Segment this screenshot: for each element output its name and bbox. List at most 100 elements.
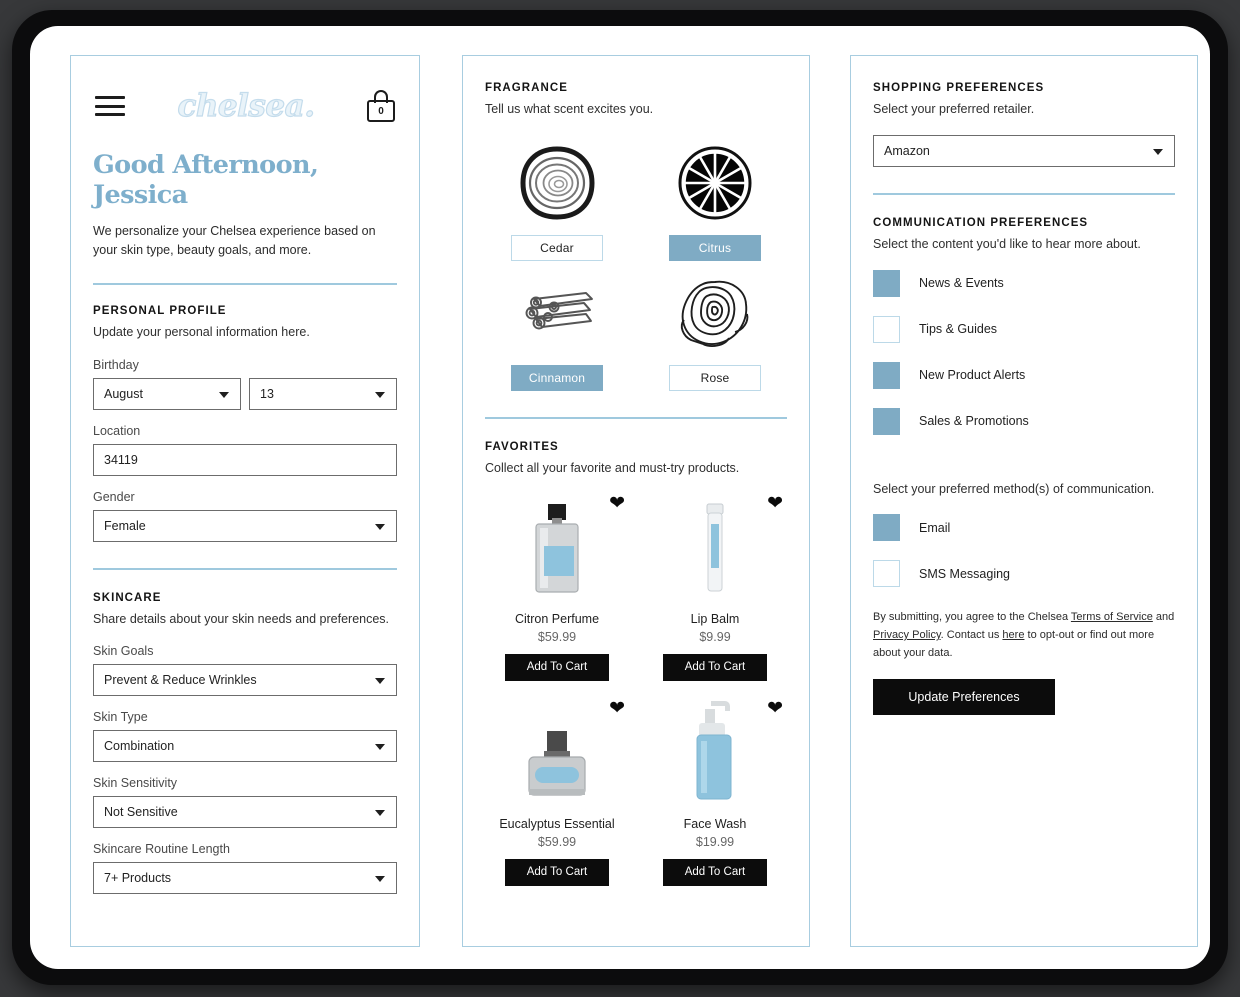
legal-part-3: . Contact us <box>940 629 1003 642</box>
checkbox[interactable] <box>873 514 900 542</box>
shopping-preferences-title: SHOPPING PREFERENCES <box>873 82 1045 94</box>
birthday-day-select[interactable]: 13 <box>249 377 397 410</box>
fragrance-chip[interactable]: Cedar <box>511 234 603 261</box>
location-input[interactable]: 34119 <box>93 443 397 476</box>
essential-oil-jar-image <box>485 699 629 807</box>
gender-value: Female <box>104 518 146 533</box>
routine-length-select[interactable]: 7+ Products <box>93 862 397 895</box>
checkbox[interactable] <box>873 407 900 435</box>
app-header: chelsea. 0 <box>93 82 397 125</box>
fragrance-option-citrus[interactable]: Citrus <box>643 135 787 261</box>
location-label: Location <box>93 423 141 438</box>
legal-text: By submitting, you agree to the Chelsea … <box>873 609 1175 662</box>
fragrance-chip[interactable]: Citrus <box>669 234 761 261</box>
communication-preferences-subtitle: Select the content you'd like to hear mo… <box>873 236 1141 251</box>
personal-profile-subtitle: Update your personal information here. <box>93 324 310 339</box>
product-price: $9.99 <box>699 629 731 644</box>
retailer-value: Amazon <box>884 143 930 158</box>
divider <box>873 192 1175 195</box>
checkbox[interactable] <box>873 315 900 343</box>
divider <box>93 282 397 285</box>
product-card: ❤ Face Wash $19.99 Add To Cart <box>643 699 787 886</box>
checkbox-row-sms-messaging[interactable]: SMS Messaging <box>873 560 1175 588</box>
terms-of-service-link[interactable]: Terms of Service <box>1071 611 1153 623</box>
favorites-grid: ❤ Citron Perfume $59.99 Add To Cart ❤ Li… <box>485 494 787 886</box>
skin-type-label: Skin Type <box>93 710 148 725</box>
fragrance-chip[interactable]: Cinnamon <box>511 364 603 391</box>
skin-goals-select[interactable]: Prevent & Reduce Wrinkles <box>93 664 397 697</box>
checkbox-row-sales-promotions[interactable]: Sales & Promotions <box>873 407 1175 435</box>
contact-here-link[interactable]: here <box>1002 629 1024 641</box>
personal-profile-title: PERSONAL PROFILE <box>93 304 227 317</box>
checkbox-label: News & Events <box>919 276 1004 290</box>
bag-count: 0 <box>367 100 395 122</box>
fragrance-chip[interactable]: Rose <box>669 364 761 391</box>
add-to-cart-button[interactable]: Add To Cart <box>663 653 767 681</box>
chevron-down-icon <box>1153 148 1163 155</box>
heart-icon[interactable]: ❤ <box>609 494 625 513</box>
chevron-down-icon <box>375 678 385 685</box>
profile-panel: chelsea. 0 Good Afternoon, Jessica We pe… <box>70 55 420 947</box>
fragrance-option-rose[interactable]: Rose <box>643 265 787 391</box>
checkbox-row-tips-guides[interactable]: Tips & Guides <box>873 315 1175 343</box>
privacy-policy-link[interactable]: Privacy Policy <box>873 629 941 641</box>
gender-select[interactable]: Female <box>93 509 397 542</box>
divider <box>93 567 397 570</box>
chevron-down-icon <box>375 391 385 398</box>
skincare-title: SKINCARE <box>93 591 162 604</box>
screen: chelsea. 0 Good Afternoon, Jessica We pe… <box>30 26 1210 969</box>
checkbox-row-news-events[interactable]: News & Events <box>873 269 1175 297</box>
checkbox-row-new-product-alerts[interactable]: New Product Alerts <box>873 361 1175 389</box>
product-name: Citron Perfume <box>514 611 600 626</box>
shopping-bag-icon[interactable]: 0 <box>367 90 395 122</box>
intro-text: We personalize your Chelsea experience b… <box>93 224 376 258</box>
citrus-slice-icon <box>676 135 754 231</box>
add-to-cart-button[interactable]: Add To Cart <box>505 858 609 886</box>
favorites-subtitle: Collect all your favorite and must-try p… <box>485 460 740 475</box>
product-price: $59.99 <box>537 629 577 644</box>
greeting-heading: Good Afternoon, Jessica <box>93 150 319 210</box>
fragrance-grid: Cedar Citrus Cinnamon Rose <box>485 135 787 391</box>
product-price: $59.99 <box>537 834 577 849</box>
fragrance-subtitle: Tell us what scent excites you. <box>485 102 654 116</box>
product-name: Eucalyptus Essential <box>499 816 615 831</box>
skin-type-select[interactable]: Combination <box>93 730 397 763</box>
chevron-down-icon <box>375 744 385 751</box>
skin-sensitivity-label: Skin Sensitivity <box>93 776 178 791</box>
chevron-down-icon <box>375 523 385 530</box>
skin-sensitivity-value: Not Sensitive <box>104 805 178 820</box>
fragrance-option-cedar[interactable]: Cedar <box>485 135 629 261</box>
checkbox-row-email[interactable]: Email <box>873 514 1175 542</box>
birthday-day-value: 13 <box>260 386 274 401</box>
heart-icon[interactable]: ❤ <box>609 699 625 718</box>
skin-sensitivity-select[interactable]: Not Sensitive <box>93 796 397 829</box>
heart-icon[interactable]: ❤ <box>767 699 783 718</box>
routine-length-value: 7+ Products <box>104 871 172 886</box>
preferences-panel: SHOPPING PREFERENCES Select your preferr… <box>850 55 1198 947</box>
chelsea-logo: chelsea. <box>177 87 316 124</box>
fragrance-option-cinnamon[interactable]: Cinnamon <box>485 265 629 391</box>
cedar-wood-ring-icon <box>518 135 596 231</box>
product-card: ❤ Eucalyptus Essential $59.99 Add To Car… <box>485 699 629 886</box>
product-card: ❤ Citron Perfume $59.99 Add To Cart <box>485 494 629 681</box>
update-preferences-button[interactable]: Update Preferences <box>873 678 1055 715</box>
fragrance-title: FRAGRANCE <box>485 82 568 94</box>
location-value: 34119 <box>104 452 138 467</box>
communication-preferences-title: COMMUNICATION PREFERENCES <box>873 216 1089 229</box>
product-name: Lip Balm <box>690 611 740 626</box>
product-price: $19.99 <box>695 834 735 849</box>
cinnamon-sticks-icon <box>514 265 600 361</box>
checkbox[interactable] <box>873 361 900 389</box>
shopping-preferences-subtitle: Select your preferred retailer. <box>873 102 1035 116</box>
heart-icon[interactable]: ❤ <box>767 494 783 513</box>
add-to-cart-button[interactable]: Add To Cart <box>505 653 609 681</box>
hamburger-menu-icon[interactable] <box>95 96 125 116</box>
checkbox[interactable] <box>873 560 900 588</box>
skin-goals-value: Prevent & Reduce Wrinkles <box>104 673 257 688</box>
retailer-select[interactable]: Amazon <box>873 134 1175 167</box>
checkbox[interactable] <box>873 269 900 297</box>
add-to-cart-button[interactable]: Add To Cart <box>663 858 767 886</box>
skin-type-value: Combination <box>104 739 175 754</box>
birthday-month-select[interactable]: August <box>93 377 241 410</box>
gender-label: Gender <box>93 489 135 504</box>
